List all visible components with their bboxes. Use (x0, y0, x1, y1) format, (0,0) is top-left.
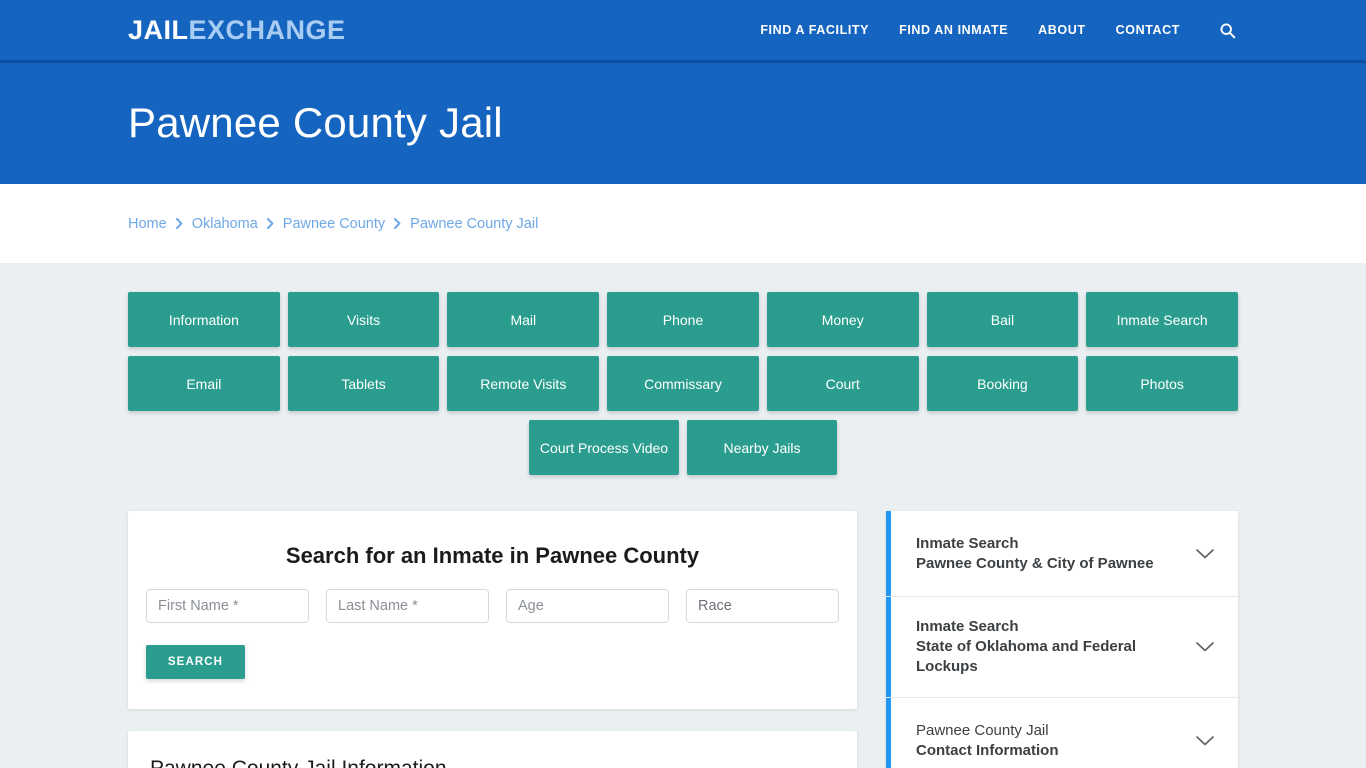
section-button-email[interactable]: Email (128, 356, 280, 411)
hero-banner: Pawnee County Jail (0, 63, 1366, 184)
facility-section-buttons: Information Visits Mail Phone Money Bail… (128, 263, 1238, 411)
section-button-photos[interactable]: Photos (1086, 356, 1238, 411)
section-button-information[interactable]: Information (128, 292, 280, 347)
chevron-down-icon[interactable] (1192, 634, 1218, 660)
search-icon[interactable] (1216, 19, 1238, 41)
search-button[interactable]: SEARCH (146, 645, 245, 679)
sidebar-accordion: Inmate Search Pawnee County & City of Pa… (886, 511, 1238, 768)
breadcrumb: Home Oklahoma Pawnee County Pawnee Count… (128, 216, 538, 232)
primary-column: Search for an Inmate in Pawnee County Ra… (128, 511, 857, 768)
last-name-input[interactable] (326, 589, 489, 623)
page-title: Pawnee County Jail (128, 99, 503, 147)
accordion-item-inmate-search-state[interactable]: Inmate Search State of Oklahoma and Fede… (886, 597, 1238, 698)
section-button-visits[interactable]: Visits (287, 292, 440, 347)
section-button-tablets[interactable]: Tablets (287, 356, 440, 411)
chevron-right-icon (394, 218, 401, 229)
breadcrumb-item-pawnee-county-jail[interactable]: Pawnee County Jail (410, 216, 538, 232)
inmate-search-title: Search for an Inmate in Pawnee County (285, 543, 700, 568)
main-navigation: FIND A FACILITY FIND AN INMATE ABOUT CON… (760, 19, 1238, 41)
logo-text-exchange: EXCHANGE (188, 14, 346, 45)
section-button-court-process-video[interactable]: Court Process Video (529, 420, 679, 475)
accordion-item-contact-information[interactable]: Pawnee County Jail Contact Information (886, 697, 1238, 768)
section-button-remote-visits[interactable]: Remote Visits (447, 356, 600, 411)
breadcrumb-bar: Home Oklahoma Pawnee County Pawnee Count… (0, 184, 1366, 263)
chevron-down-icon[interactable] (1192, 541, 1218, 567)
nav-item-find-a-facility[interactable]: FIND A FACILITY (760, 23, 869, 37)
accordion-item-label: Pawnee County Jail Contact Information (916, 721, 1180, 761)
chevron-right-icon (266, 218, 274, 229)
breadcrumb-item-pawnee-county[interactable]: Pawnee County (283, 216, 385, 232)
section-button-court[interactable]: Court (766, 356, 919, 411)
section-button-inmate-search[interactable]: Inmate Search (1086, 292, 1238, 347)
age-input[interactable] (506, 589, 669, 623)
breadcrumb-item-oklahoma[interactable]: Oklahoma (192, 216, 258, 232)
inmate-search-fields: Race (146, 589, 839, 623)
nav-item-about[interactable]: ABOUT (1038, 23, 1085, 37)
race-select[interactable]: Race (686, 589, 839, 623)
section-button-booking[interactable]: Booking (926, 356, 1079, 411)
section-button-phone[interactable]: Phone (607, 292, 759, 347)
nav-item-contact[interactable]: CONTACT (1116, 23, 1180, 37)
accordion-item-line1: Inmate Search (916, 618, 1019, 635)
logo-text-jail: JAIL (128, 14, 189, 45)
inmate-search-card: Search for an Inmate in Pawnee County Ra… (128, 511, 857, 709)
chevron-right-icon (175, 218, 183, 229)
section-button-commissary[interactable]: Commissary (607, 356, 759, 411)
main-content: Information Visits Mail Phone Money Bail… (0, 263, 1366, 768)
sidebar-column: Inmate Search Pawnee County & City of Pa… (886, 511, 1238, 768)
accordion-item-line1: Inmate Search (916, 534, 1019, 552)
section-button-bail[interactable]: Bail (926, 292, 1079, 347)
accordion-item-label: Inmate Search State of Oklahoma and Fede… (916, 617, 1180, 677)
accordion-item-line2: State of Oklahoma and Federal Lockups (916, 637, 1137, 675)
accordion-item-line2: Contact Information (916, 741, 1059, 759)
content-columns: Search for an Inmate in Pawnee County Ra… (128, 511, 1238, 768)
jail-information-card: Pawnee County Jail Information (128, 731, 857, 768)
nav-item-find-an-inmate[interactable]: FIND AN INMATE (899, 23, 1008, 37)
section-button-mail[interactable]: Mail (447, 292, 600, 347)
breadcrumb-item-home[interactable]: Home (128, 216, 167, 232)
site-logo[interactable]: JAILEXCHANGE (128, 14, 346, 45)
first-name-input[interactable] (146, 589, 309, 623)
accordion-item-inmate-search-county[interactable]: Inmate Search Pawnee County & City of Pa… (886, 511, 1238, 597)
section-button-nearby-jails[interactable]: Nearby Jails (687, 420, 837, 475)
accordion-item-line2: Pawnee County & City of Pawnee (916, 554, 1154, 572)
section-button-money[interactable]: Money (766, 292, 919, 347)
jail-information-heading: Pawnee County Jail Information (150, 757, 835, 768)
site-header: JAILEXCHANGE FIND A FACILITY FIND AN INM… (0, 0, 1366, 63)
accordion-item-label: Inmate Search Pawnee County & City of Pa… (916, 534, 1180, 574)
accordion-item-line1: Pawnee County Jail (916, 721, 1049, 739)
chevron-down-icon[interactable] (1192, 728, 1218, 754)
facility-section-buttons-extra: Court Process Video Nearby Jails (128, 420, 1238, 475)
